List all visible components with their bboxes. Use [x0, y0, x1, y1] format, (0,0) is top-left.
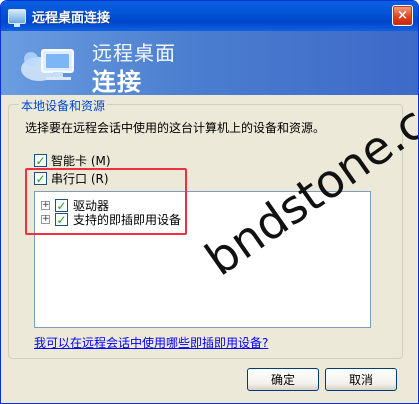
smartcard-checkbox[interactable]: ✓ — [34, 154, 47, 167]
close-button[interactable]: × — [392, 5, 413, 26]
remote-desktop-icon — [8, 8, 26, 27]
window-title: 远程桌面连接 — [32, 10, 111, 26]
banner-subtitle: 连接 — [92, 68, 142, 95]
computer-icon — [21, 49, 74, 81]
group-label: 本地设备和资源 — [19, 97, 108, 114]
group-description: 选择要在远程会话中使用的这台计算机上的设备和资源。 — [25, 121, 326, 135]
smartcard-option[interactable]: ✓ 智能卡 (M) — [34, 152, 111, 169]
smartcard-label: 智能卡 (M) — [51, 154, 111, 168]
title-bar[interactable]: 远程桌面连接 × — [1, 1, 418, 31]
cancel-button[interactable]: 取消 — [325, 368, 397, 391]
header-banner: 远程桌面 连接 — [1, 31, 418, 95]
remote-desktop-dialog: 远程桌面连接 × 远程桌面 连接 本地设备和资源 选择要在远程会话中使用的这台计… — [0, 0, 419, 404]
plug-and-play-help-link[interactable]: 我可以在远程会话中使用哪些即插即用设备? — [34, 334, 268, 351]
red-highlight-box — [25, 168, 187, 235]
ok-button[interactable]: 确定 — [247, 368, 319, 391]
